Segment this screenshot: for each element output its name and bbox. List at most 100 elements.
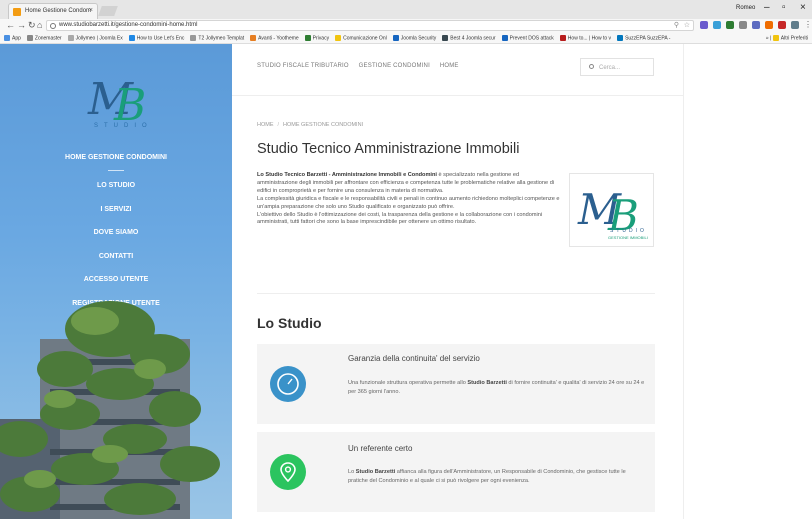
clock-icon-badge [270, 366, 306, 402]
map-pin-icon-badge [270, 454, 306, 490]
extension-icon[interactable] [726, 21, 734, 29]
extension-icon[interactable] [700, 21, 708, 29]
intro-p2: La complessità giuridica e fiscale e le … [257, 195, 560, 210]
studio-logo-image: M B STUDIO GESTIONE IMMOBILI [569, 173, 654, 247]
bookmarks-more-icon[interactable]: » [766, 35, 769, 41]
window-minimize-button[interactable]: – [764, 2, 770, 13]
bookmark-item[interactable]: Privacy [304, 34, 329, 41]
bookmark-item[interactable]: Best 4 Joomla secur [442, 34, 496, 41]
top-navigation: STUDIO FISCALE TRIBUTARIO GESTIONE CONDO… [257, 63, 467, 69]
extension-icon[interactable] [713, 21, 721, 29]
right-blank-area [683, 44, 812, 519]
page-title: Studio Tecnico Amministrazione Immobili [257, 141, 520, 157]
page-icon [335, 34, 342, 41]
page-icon [190, 34, 197, 41]
search-placeholder: Cerca... [599, 65, 621, 71]
logo-subtitle: STUDIO [94, 123, 153, 129]
window-maximize-button[interactable]: ▫ [782, 2, 786, 13]
page-icon [128, 34, 135, 41]
feature-title: Garanzia della continuita' del servizio [348, 354, 480, 363]
bookmark-item[interactable]: Joomla Security [392, 34, 436, 41]
extension-icon[interactable] [739, 21, 747, 29]
bookmark-item[interactable]: SuzzEPA SuzzEPA - [617, 34, 670, 41]
page-icon [559, 34, 566, 41]
extension-icons: ⋮ [700, 21, 812, 31]
back-arrow-icon[interactable]: ← [6, 20, 15, 30]
section-title: Lo Studio [257, 315, 322, 331]
reload-icon[interactable]: ↻ [28, 20, 36, 31]
extension-icon[interactable] [765, 21, 773, 29]
active-divider [108, 170, 124, 171]
breadcrumb-home[interactable]: HOME [257, 122, 274, 128]
tab-title: Home Gestione Condom [25, 8, 92, 14]
bookmark-star-icon[interactable]: ☆ [684, 21, 690, 29]
extension-icon[interactable] [791, 21, 799, 29]
page-icon [250, 34, 257, 41]
sidebar-item-home[interactable]: HOME GESTIONE CONDOMINI [0, 152, 232, 170]
folder-icon [772, 35, 779, 41]
topnav-item-condomini[interactable]: GESTIONE CONDOMINI [359, 63, 430, 69]
breadcrumb-current: HOME GESTIONE CONDOMINI [283, 122, 364, 128]
info-icon[interactable] [50, 23, 56, 29]
bookmark-item[interactable]: App [4, 34, 21, 41]
intro-text: Lo Studio Tecnico Barzetti - Amministraz… [257, 172, 560, 227]
feature-card: Un referente certo Lo Studio Barzetti af… [257, 432, 655, 512]
url-text: www.studiobarzetti.it/gestione-condomini… [59, 22, 198, 28]
menu-dots-icon[interactable]: ⋮ [804, 21, 812, 31]
logo-subtitle: STUDIO [610, 228, 647, 234]
address-bar-row: ← → ↻ ⌂ www.studiobarzetti.it/gestione-c… [0, 19, 812, 33]
page-icon [304, 34, 311, 41]
sidebar-nav: HOME GESTIONE CONDOMINI LO STUDIO I SERV… [0, 152, 232, 321]
page-icon [501, 34, 508, 41]
sidebar-item-dove-siamo[interactable]: DOVE SIAMO [0, 227, 232, 251]
feature-card: Garanzia della continuita' del servizio … [257, 344, 655, 424]
profile-name[interactable]: Romeo [736, 5, 755, 11]
joomla-favicon-icon [13, 8, 21, 16]
page-icon [617, 34, 624, 41]
breadcrumb: HOME / HOME GESTIONE CONDOMINI [257, 122, 364, 128]
bookmark-item[interactable]: Zonemaster [26, 34, 62, 41]
page-icon [26, 34, 33, 41]
other-bookmarks[interactable]: » | Altri Preferiti [766, 35, 808, 41]
topnav-item-fiscale[interactable]: STUDIO FISCALE TRIBUTARIO [257, 63, 349, 69]
intro-p3: L'obiettivo dello Studio è l'ottimizzazi… [257, 211, 543, 226]
topnav-item-home[interactable]: HOME [440, 63, 459, 69]
bookmark-item[interactable]: Avanti - Yootheme [250, 34, 299, 41]
url-field[interactable]: www.studiobarzetti.it/gestione-condomini… [46, 20, 694, 31]
browser-tab[interactable]: Home Gestione Condom × [8, 3, 98, 19]
tab-close-icon[interactable]: × [89, 7, 93, 14]
bookmark-item[interactable]: How to Use Let's Enc [128, 34, 184, 41]
sidebar-item-servizi[interactable]: I SERVIZI [0, 204, 232, 228]
sidebar-item-accesso[interactable]: ACCESSO UTENTE [0, 274, 232, 298]
bookmark-item[interactable]: T2 Jollymeo Templat [190, 34, 244, 41]
zoom-icon[interactable]: ⚲ [674, 21, 679, 29]
section-divider [257, 293, 655, 294]
bookmark-item[interactable]: Comunicazione Onl [335, 34, 387, 41]
extension-icon[interactable] [752, 21, 760, 29]
bookmarks-bar: App Zonemaster Jollymeo | Joomla Ex How … [0, 33, 812, 44]
vertical-forest-building-image [0, 301, 220, 519]
search-icon [589, 64, 594, 69]
new-tab-button[interactable] [98, 6, 118, 16]
page-icon [442, 34, 449, 41]
search-input[interactable]: Cerca... [580, 58, 654, 76]
window-close-button[interactable]: × [800, 2, 806, 13]
logo-tagline: GESTIONE IMMOBILI [608, 235, 648, 240]
feature-desc: Lo Studio Barzetti affianca alla figura … [348, 469, 626, 484]
sidebar-item-lo-studio[interactable]: LO STUDIO [0, 180, 232, 204]
sidebar-item-contatti[interactable]: CONTATTI [0, 251, 232, 275]
header-divider [232, 95, 683, 96]
forward-arrow-icon[interactable]: → [17, 20, 26, 30]
map-pin-icon [280, 462, 296, 483]
bookmark-item[interactable]: How to... | How to v [559, 34, 611, 41]
apps-icon [4, 34, 10, 41]
bookmark-item[interactable]: Prevent DOS attack [501, 34, 554, 41]
extension-icon[interactable] [778, 21, 786, 29]
bookmark-item[interactable]: Jollymeo | Joomla Ex [67, 34, 123, 41]
page-icon [67, 34, 74, 41]
main-content: STUDIO FISCALE TRIBUTARIO GESTIONE CONDO… [232, 44, 683, 519]
intro-lead: Lo Studio Tecnico Barzetti - Amministraz… [257, 172, 437, 178]
home-icon[interactable]: ⌂ [37, 20, 42, 30]
clock-icon [277, 373, 299, 395]
browser-tab-strip: Home Gestione Condom × Romeo – ▫ × [0, 0, 812, 19]
